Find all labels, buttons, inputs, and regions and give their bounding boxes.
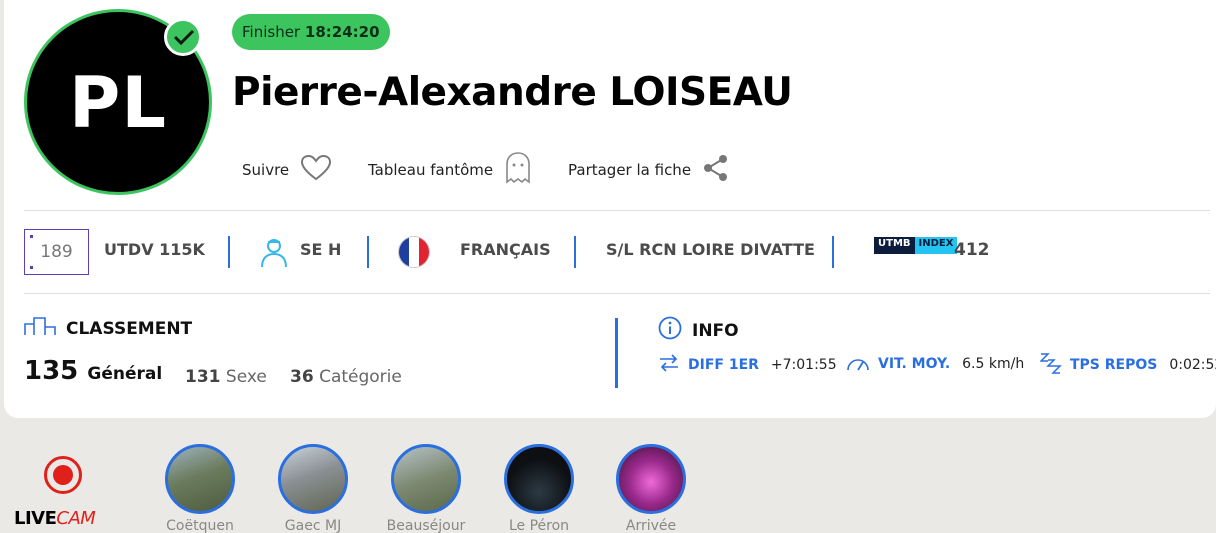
rank-category-label: Catégorie (319, 367, 402, 387)
speedometer-icon (846, 352, 870, 376)
rank-category-value: 36 (290, 367, 314, 387)
share-button[interactable]: Partager la fiche (568, 152, 729, 188)
club: S/L RCN LOIRE DIVATTE (606, 240, 815, 259)
ghost-icon (505, 152, 531, 188)
follow-label: Suivre (242, 161, 290, 179)
livecam-text: LIVECAM (14, 508, 96, 529)
runner-icon (258, 236, 290, 272)
stat-rest: TPS REPOS 0:02:52 (1039, 352, 1216, 378)
info-icon (658, 316, 682, 345)
finisher-badge: Finisher 18:24:20 (232, 14, 390, 50)
diff-icon (658, 352, 680, 378)
rank-category: 36 Catégorie (290, 367, 402, 387)
share-icon (703, 154, 729, 186)
sleep-icon (1039, 352, 1062, 378)
rest-value: 0:02:52 (1169, 357, 1216, 373)
podium-icon (24, 316, 56, 341)
follow-button[interactable]: Suivre (242, 152, 332, 188)
speed-value: 6.5 km/h (962, 356, 1025, 372)
livecam-item[interactable]: Coëtquen (150, 444, 250, 533)
avatar-initials: PL (69, 62, 167, 144)
divider (24, 293, 1210, 294)
finisher-label: Finisher (242, 23, 301, 41)
rank-sex-value: 131 (185, 367, 221, 387)
livecam-logo[interactable]: LIVECAM (14, 456, 114, 533)
rank-general: 135 Général (24, 356, 162, 386)
ghost-label: Tableau fantôme (368, 161, 494, 179)
separator (228, 236, 230, 268)
nationality: FRANÇAIS (460, 240, 551, 259)
rank-general-label: Général (87, 364, 163, 384)
livecam-thumbnail (391, 444, 461, 514)
separator (367, 236, 369, 268)
france-flag-icon (398, 236, 430, 268)
category: SE H (300, 240, 342, 259)
livecam-label: Gaec MJ (284, 518, 342, 533)
diff-value: +7:01:55 (770, 357, 837, 373)
livecam-label: Le Péron (508, 518, 570, 533)
livecam-thumbnail (165, 444, 235, 514)
rank-general-value: 135 (24, 356, 79, 386)
rank-sex: 131 Sexe (185, 367, 267, 387)
utmb-index-value: 412 (954, 240, 990, 260)
stat-speed: VIT. MOY. 6.5 km/h (846, 352, 1024, 376)
livecam-item[interactable]: Le Péron (489, 444, 589, 533)
separator (574, 236, 576, 268)
rank-sex-label: Sexe (225, 367, 267, 387)
race-name: UTDV 115K (104, 240, 205, 259)
record-icon (44, 456, 82, 494)
livecam-item[interactable]: Gaec MJ (263, 444, 363, 533)
livecam-item[interactable]: Beauséjour (376, 444, 476, 533)
livecam-thumbnail (504, 444, 574, 514)
athlete-name: Pierre-Alexandre LOISEAU (232, 70, 793, 115)
livecam-label: Beauséjour (386, 518, 466, 533)
bib-number: 189 (24, 229, 89, 275)
diff-label: DIFF 1ER (688, 357, 759, 373)
finisher-check-icon (164, 18, 202, 56)
utmb-index-logo: UTMB INDEX (874, 237, 958, 254)
livecam-label: Coëtquen (166, 518, 234, 533)
divider (24, 210, 1210, 211)
section-separator (615, 318, 618, 388)
separator (832, 236, 834, 268)
rest-label: TPS REPOS (1070, 357, 1158, 373)
livecam-item[interactable]: Arrivée (601, 444, 701, 533)
index-logo-text: INDEX (914, 237, 958, 254)
livecam-thumbnail (278, 444, 348, 514)
ghost-table-button[interactable]: Tableau fantôme (368, 152, 531, 188)
livecam-thumbnail (616, 444, 686, 514)
speed-label: VIT. MOY. (878, 356, 951, 372)
stat-diff: DIFF 1ER +7:01:55 (658, 352, 837, 378)
finish-time: 18:24:20 (304, 23, 380, 41)
share-label: Partager la fiche (568, 161, 692, 179)
info-title: INFO (658, 316, 739, 345)
ranking-title: CLASSEMENT (24, 316, 192, 341)
utmb-logo-text: UTMB (874, 237, 915, 254)
heart-icon (301, 154, 332, 185)
livecam-label: Arrivée (625, 518, 677, 533)
